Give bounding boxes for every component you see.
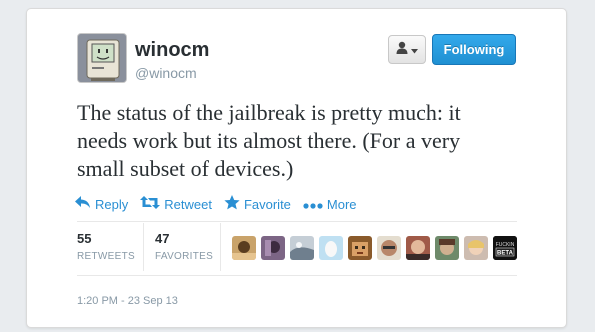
following-button[interactable]: Following: [432, 34, 516, 65]
tweet-line: small subset of devices.): [77, 156, 294, 181]
favorites-count: 47: [155, 231, 170, 246]
user-actions-dropdown[interactable]: [388, 35, 426, 64]
divider: [220, 223, 221, 271]
favoriter-avatar-text: BETA: [497, 251, 514, 257]
more-button[interactable]: More: [303, 197, 357, 212]
favoriter-avatars: FUCKIN BETA: [232, 236, 517, 260]
favoriter-avatar[interactable]: [232, 236, 256, 260]
divider: [77, 275, 517, 276]
reply-icon: [75, 196, 95, 212]
tweet-actions: Reply Retweet Favorite More: [75, 195, 369, 213]
more-dots-icon: [303, 197, 327, 212]
tweet-card: winocm @winocm Following The status of t…: [26, 8, 567, 328]
retweets-count: 55: [77, 231, 92, 246]
tweet-line: The status of the jailbreak is pretty mu…: [77, 100, 461, 125]
favoriter-avatar-text: FUCKIN: [496, 242, 515, 248]
favoriter-avatar[interactable]: [406, 236, 430, 260]
retweets-stat[interactable]: 55 RETWEETS: [77, 231, 135, 262]
reply-label: Reply: [95, 196, 129, 212]
star-icon: [224, 195, 244, 213]
timestamp[interactable]: 1:20 PM - 23 Sep 13: [77, 295, 178, 307]
favorites-label: FAVORITES: [155, 251, 214, 262]
favoriter-avatar[interactable]: [464, 236, 488, 260]
favorites-stat[interactable]: 47 FAVORITES: [155, 231, 213, 262]
tweet-text: The status of the jailbreak is pretty mu…: [77, 99, 537, 183]
favoriter-avatar[interactable]: FUCKIN BETA: [493, 236, 517, 260]
user-handle[interactable]: @winocm: [135, 65, 197, 81]
favoriter-avatar[interactable]: [435, 236, 459, 260]
favoriter-avatar[interactable]: [377, 236, 401, 260]
retweet-icon: [140, 196, 164, 212]
person-icon: [396, 41, 408, 59]
more-label: More: [326, 196, 357, 212]
divider: [77, 221, 517, 222]
favorite-label: Favorite: [243, 196, 291, 212]
avatar[interactable]: [77, 33, 127, 83]
favoriter-avatar[interactable]: [290, 236, 314, 260]
retweets-label: RETWEETS: [77, 251, 135, 262]
divider: [143, 223, 144, 271]
retweet-button[interactable]: Retweet: [140, 196, 212, 212]
reply-button[interactable]: Reply: [75, 196, 128, 212]
favorite-button[interactable]: Favorite: [224, 195, 291, 213]
favoriter-avatar[interactable]: [348, 236, 372, 260]
favoriter-avatar[interactable]: [319, 236, 343, 260]
retweet-label: Retweet: [164, 196, 212, 212]
user-name[interactable]: winocm: [135, 39, 209, 62]
tweet-line: needs work but its almost there. (For a …: [77, 128, 461, 153]
favoriter-avatar[interactable]: [261, 236, 285, 260]
caret-down-icon: [411, 41, 418, 59]
